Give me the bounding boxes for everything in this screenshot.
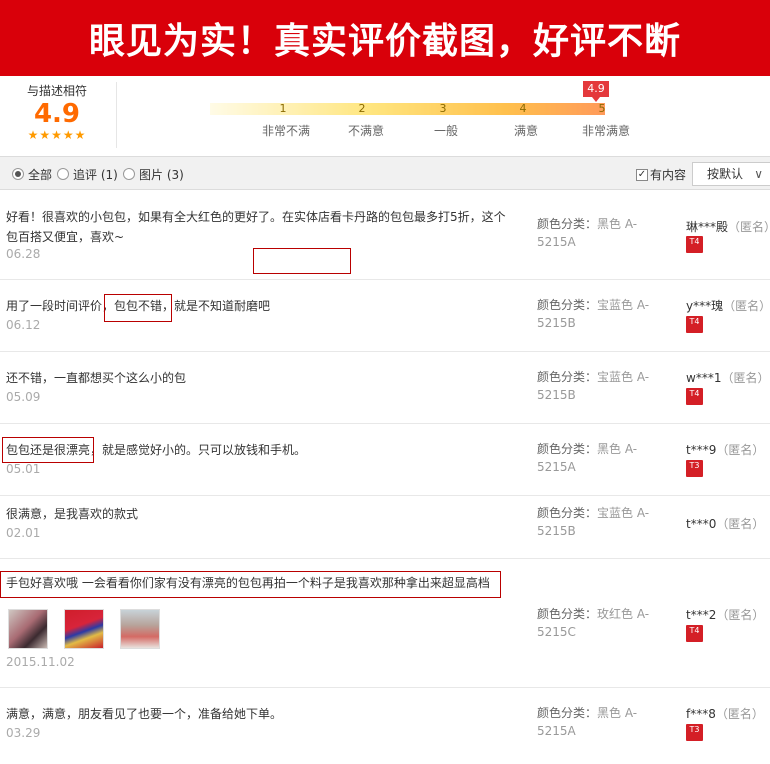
- description-match-label: 与描述相符: [26, 84, 87, 98]
- review-date: 03.29: [6, 726, 41, 740]
- highlight-box: [104, 294, 172, 322]
- scale-number-3: 3: [439, 102, 447, 115]
- reviewer-name[interactable]: y***瑰（匿名）: [686, 297, 770, 314]
- scale-number-2: 2: [358, 102, 366, 115]
- scale-label-2: 不满意: [347, 124, 384, 138]
- member-level-icon: T4: [686, 236, 703, 253]
- scale-label-5: 非常满意: [581, 124, 630, 138]
- review-date: 05.09: [6, 390, 41, 404]
- review-item: 好看！很喜欢的小包包，如果有全大红色的更好了。在实体店看卡丹路的包包最多打5折，…: [0, 191, 770, 280]
- description-match: 与描述相符 4.9 ★★★★★: [0, 82, 114, 141]
- review-date: 2015.11.02: [6, 655, 75, 669]
- review-sku: 颜色分类：黑色 A-5215A: [537, 706, 638, 738]
- reviewer-name[interactable]: t***2（匿名）: [686, 606, 764, 623]
- highlight-box: [253, 248, 351, 274]
- reviewer-name[interactable]: t***9（匿名）: [686, 441, 764, 458]
- review-photo-thumbnail[interactable]: [8, 609, 48, 649]
- banner-title: 眼见为实！真实评价截图，好评不断: [88, 21, 681, 62]
- review-date: 06.28: [6, 247, 41, 261]
- review-sku: 颜色分类：黑色 A-5215A: [537, 442, 638, 474]
- member-level-icon: T3: [686, 460, 703, 477]
- review-date: 06.12: [6, 318, 41, 332]
- review-item: 手包好喜欢哦 一会看看你们家有没有漂亮的包包再拍一个料子是我喜欢那种拿出来超显高…: [0, 559, 770, 688]
- review-item: 很满意，是我喜欢的款式 02.01 颜色分类：宝蓝色 A-5215B t***0…: [0, 496, 770, 559]
- filter-followup-radio[interactable]: 追评 (1): [57, 166, 118, 182]
- review-item: 包包还是很漂亮，就是感觉好小的。只可以放钱和手机。 05.01 颜色分类：黑色 …: [0, 424, 770, 496]
- filter-bar: 全部 追评 (1) 图片 (3) ✓ 有内容 按默认 ∨: [0, 156, 770, 190]
- scale-number-1: 1: [279, 102, 287, 115]
- reviewer-name[interactable]: 琳***殿（匿名）: [686, 218, 770, 235]
- review-sku: 颜色分类：玫红色 A-5215C: [537, 607, 650, 639]
- star-rating-icon: ★★★★★: [27, 128, 87, 142]
- member-level-icon: T4: [686, 625, 703, 642]
- filter-images-radio[interactable]: 图片 (3): [123, 166, 184, 182]
- review-photo-thumbnail[interactable]: [64, 609, 104, 649]
- member-level-icon: T4: [686, 316, 703, 333]
- review-sku: 颜色分类：黑色 A-5215A: [537, 217, 638, 249]
- summary-divider: [116, 82, 117, 148]
- rating-scale-bar: [210, 103, 605, 115]
- review-text: 满意，满意，朋友看见了也要一个，准备给她下单。: [6, 707, 283, 721]
- highlight-box: [2, 437, 94, 463]
- review-item: 还不错，一直都想买个这么小的包 05.09 颜色分类：宝蓝色 A-5215B w…: [0, 352, 770, 424]
- review-photo-thumbnail[interactable]: [120, 609, 160, 649]
- filter-followup-label: 追评 (1): [73, 167, 118, 182]
- sort-dropdown-value: 按默认: [707, 167, 744, 181]
- review-sku: 颜色分类：宝蓝色 A-5215B: [537, 506, 650, 538]
- review-text: 还不错，一直都想买个这么小的包: [6, 371, 187, 385]
- review-text: 好看！很喜欢的小包包，如果有全大红色的更好了。在实体店看卡丹路的包包最多打5折，…: [6, 210, 506, 244]
- sort-dropdown[interactable]: 按默认 ∨: [692, 162, 770, 186]
- scale-label-4: 满意: [513, 124, 538, 138]
- review-sku: 颜色分类：宝蓝色 A-5215B: [537, 298, 650, 330]
- filter-all-radio[interactable]: 全部: [12, 166, 52, 182]
- review-item: 满意，满意，朋友看见了也要一个，准备给她下单。 03.29 颜色分类：黑色 A-…: [0, 688, 770, 764]
- review-date: 02.01: [6, 526, 41, 540]
- reviewer-name[interactable]: w***1（匿名）: [686, 369, 769, 386]
- review-sku: 颜色分类：宝蓝色 A-5215B: [537, 370, 650, 402]
- member-level-icon: T3: [686, 724, 703, 741]
- filter-all-label: 全部: [28, 167, 53, 182]
- has-content-label: 有内容: [650, 168, 687, 182]
- scale-label-1: 非常不满: [261, 124, 310, 138]
- scale-number-4: 4: [519, 102, 527, 115]
- radio-selected-icon: [12, 168, 24, 180]
- score-marker: 4.9: [583, 81, 609, 102]
- reviewer-name[interactable]: t***0（匿名）: [686, 515, 764, 532]
- description-match-score: 4.9: [33, 99, 81, 129]
- review-text: 用了一段时间评价，包包不错，就是不知道耐磨吧: [6, 299, 271, 313]
- member-level-icon: T4: [686, 388, 703, 405]
- scale-label-3: 一般: [433, 124, 458, 138]
- review-item: 用了一段时间评价，包包不错，就是不知道耐磨吧 06.12 颜色分类：宝蓝色 A-…: [0, 280, 770, 352]
- highlight-box: [0, 571, 501, 598]
- promo-banner: 眼见为实！真实评价截图，好评不断: [0, 0, 770, 76]
- has-content-checkbox[interactable]: ✓ 有内容: [636, 166, 686, 183]
- review-date: 05.01: [6, 462, 41, 476]
- radio-icon: [57, 168, 69, 180]
- checkbox-checked-icon: ✓: [636, 168, 648, 181]
- reviewer-name[interactable]: f***8（匿名）: [686, 705, 764, 722]
- rating-summary: 与描述相符 4.9 ★★★★★ 4.9 1 2 3 4 5 非常不满 不满意 一…: [0, 76, 770, 156]
- review-text: 很满意，是我喜欢的款式: [6, 507, 139, 521]
- chevron-down-icon: ∨: [754, 167, 763, 181]
- filter-images-label: 图片 (3): [139, 167, 184, 182]
- radio-icon: [123, 168, 135, 180]
- scale-number-5: 5: [598, 102, 606, 115]
